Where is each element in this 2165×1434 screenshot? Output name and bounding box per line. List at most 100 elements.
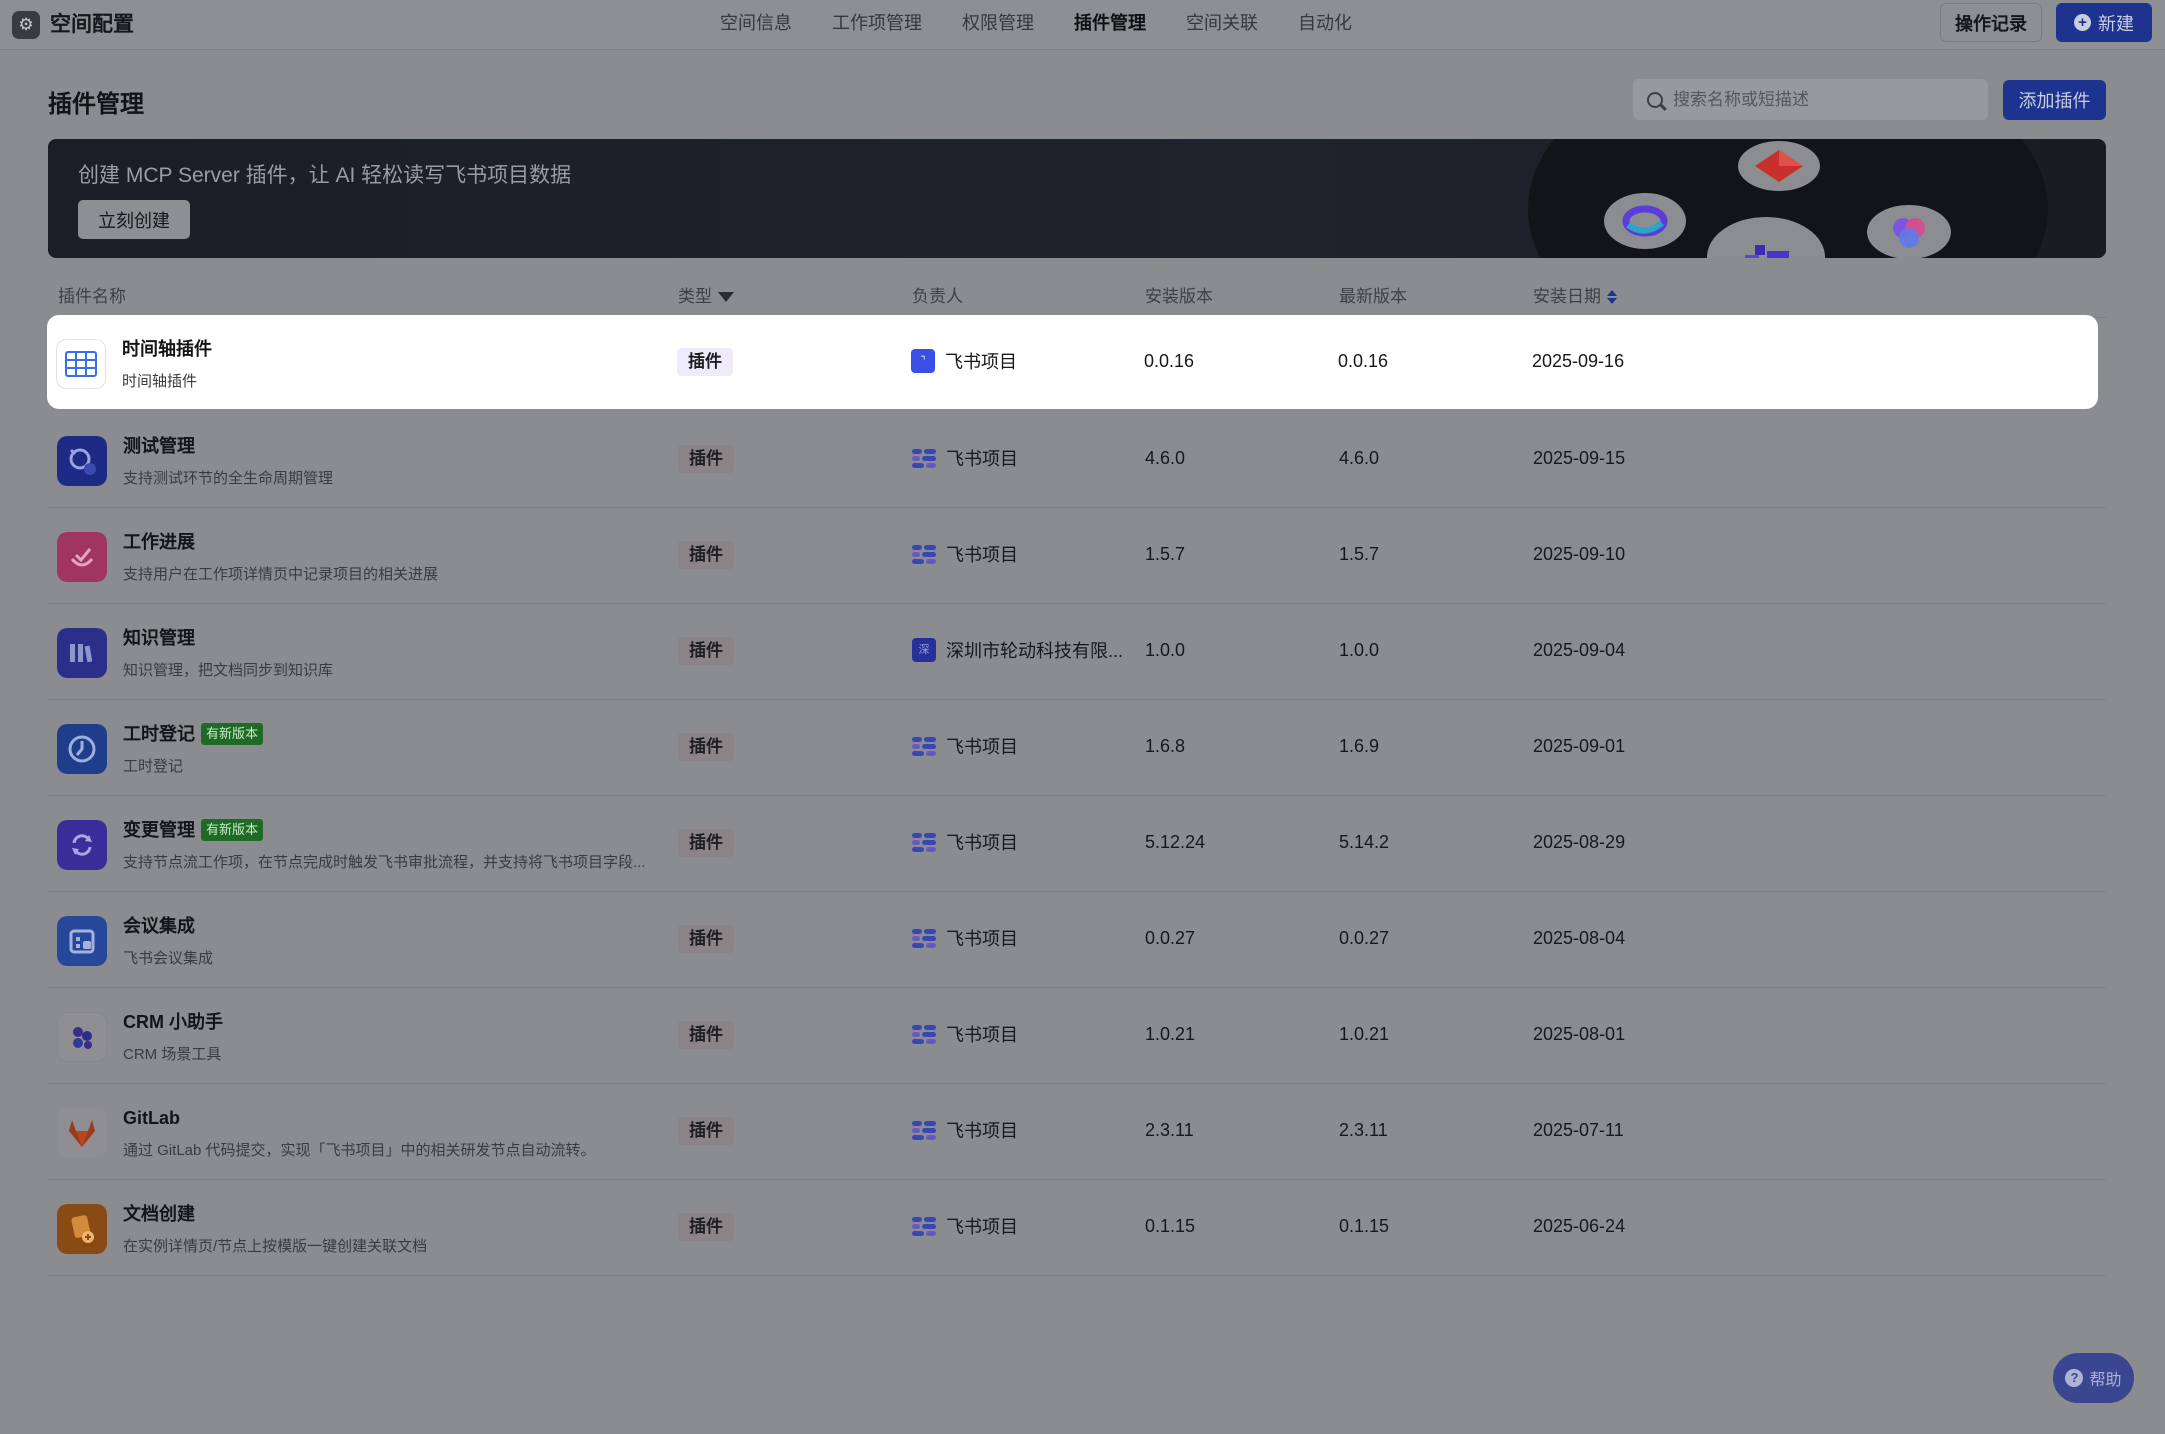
plugin-name[interactable]: 工时登记 有新版本: [123, 722, 264, 746]
install-date: 2025-09-01: [1533, 736, 1626, 756]
help-button[interactable]: ? 帮助: [2053, 1353, 2134, 1403]
plugin-name[interactable]: 测试管理: [123, 434, 195, 458]
type-tag: 插件: [678, 1021, 734, 1049]
latest-version: 0.1.15: [1339, 1216, 1390, 1236]
table-row[interactable]: 文档创建 在实例详情页/节点上按模版一键创建关联文档 插件 飞书项目 0.1.15 0.1…: [48, 1180, 2106, 1276]
owner-name: 飞书项目: [946, 929, 1018, 949]
column-latest: 最新版本: [1339, 285, 1407, 309]
tab-work-items[interactable]: 工作项管理: [812, 0, 942, 48]
column-date-label: 安装日期: [1533, 287, 1601, 306]
column-owner-label: 负责人: [912, 287, 963, 306]
tab-space-links[interactable]: 空间关联: [1166, 0, 1278, 48]
tab-space-info[interactable]: 空间信息: [700, 0, 812, 48]
install-date: 2025-09-04: [1533, 640, 1626, 660]
column-installed: 安装版本: [1145, 285, 1213, 309]
bookshelf-icon: [57, 628, 107, 678]
latest-version: 0.0.16: [1338, 351, 1389, 371]
new-version-badge: 有新版本: [201, 819, 264, 841]
table-row[interactable]: 工时登记 有新版本 工时登记 插件 飞书项目 1.6.8 1.6.9 2025-09-01: [48, 700, 2106, 796]
owner-logo-icon: [912, 926, 936, 950]
plugin-description: 通过 GitLab 代码提交，实现「飞书项目」中的相关研发节点自动流转。: [123, 1142, 596, 1159]
installed-version: 4.6.0: [1145, 448, 1186, 468]
plugin-description: 支持测试环节的全生命周期管理: [123, 470, 334, 487]
search-input[interactable]: [1673, 89, 1973, 110]
plugin-name-label: 测试管理: [123, 436, 195, 456]
app-title: 空间配置: [50, 13, 134, 36]
plugin-name-label: 文档创建: [123, 1204, 195, 1224]
gear-icon[interactable]: ⚙: [12, 11, 40, 39]
plus-icon: +: [2074, 14, 2091, 31]
owner-name: 飞书项目: [946, 545, 1018, 565]
dots-cluster-icon: [57, 1012, 107, 1062]
column-type: 类型: [678, 285, 734, 309]
new-button-label: 新建: [2098, 13, 2134, 34]
table-row[interactable]: 测试管理 支持测试环节的全生命周期管理 插件 飞书项目 4.6.0 4.6.0 2025-0…: [48, 412, 2106, 508]
history-button[interactable]: 操作记录: [1940, 3, 2042, 42]
sort-icon[interactable]: [1607, 290, 1617, 304]
install-date: 2025-06-24: [1533, 1216, 1626, 1236]
plugin-description: CRM 场景工具: [123, 1046, 222, 1063]
latest-version: 1.6.9: [1339, 736, 1380, 756]
installed-version: 0.0.16: [1144, 351, 1195, 371]
tab-permissions[interactable]: 权限管理: [942, 0, 1054, 48]
filter-icon[interactable]: [718, 292, 734, 302]
owner-name: 飞书项目: [946, 833, 1018, 853]
owner-name: 深圳市轮动科技有限...: [946, 641, 1124, 661]
owner-logo-icon: [912, 1214, 936, 1238]
plugin-name[interactable]: CRM 小助手: [123, 1010, 223, 1034]
new-version-badge: 有新版本: [201, 723, 264, 745]
install-date: 2025-08-01: [1533, 1024, 1626, 1044]
new-button[interactable]: + 新建: [2056, 3, 2152, 42]
plugin-name-label: 时间轴插件: [122, 339, 212, 359]
installed-version: 1.5.7: [1145, 544, 1186, 564]
type-tag: 插件: [677, 348, 733, 376]
create-now-button[interactable]: 立刻创建: [78, 200, 190, 239]
latest-version: 4.6.0: [1339, 448, 1380, 468]
table-row[interactable]: 变更管理 有新版本 支持节点流工作项，在节点完成时触发飞书审批流程，并支持将飞书项目…: [48, 796, 2106, 892]
table-row[interactable]: CRM 小助手 CRM 场景工具 插件 飞书项目 1.0.21 1.0.21 2025-08…: [48, 988, 2106, 1084]
table-row[interactable]: GitLab 通过 GitLab 代码提交，实现「飞书项目」中的相关研发节点自动流…: [48, 1084, 2106, 1180]
plugin-name[interactable]: 工作进展: [123, 530, 195, 554]
mcp-banner: 创建 MCP Server 插件，让 AI 轻松读写飞书项目数据 立刻创建: [48, 139, 2106, 258]
latest-version: 2.3.11: [1339, 1120, 1388, 1140]
install-date: 2025-09-16: [1532, 351, 1625, 371]
plugin-name-label: 工时登记: [123, 724, 195, 744]
plugin-name[interactable]: 知识管理: [123, 626, 195, 650]
doc-create-icon: [57, 1204, 107, 1254]
tab-automation[interactable]: 自动化: [1278, 0, 1372, 48]
clock-icon: [57, 724, 107, 774]
table-row[interactable]: 时间轴插件 时间轴插件 插件 ⌝ 飞书项目 0.0.16 0.0.16 2025-09-16: [47, 315, 2098, 409]
installed-version: 0.1.15: [1145, 1216, 1196, 1236]
owner-logo-icon: 深: [912, 638, 936, 662]
column-owner: 负责人: [912, 285, 963, 309]
calendar-icon: [57, 916, 107, 966]
plugin-description: 在实例详情页/节点上按模版一键创建关联文档: [123, 1238, 428, 1255]
type-tag: 插件: [678, 829, 734, 857]
plugin-name[interactable]: GitLab: [123, 1106, 180, 1130]
plugin-name[interactable]: 变更管理 有新版本: [123, 818, 264, 842]
refresh-arrows-icon: [57, 820, 107, 870]
owner-logo-icon: [912, 734, 936, 758]
top-bar: ⚙ 空间配置 空间信息 工作项管理 权限管理 插件管理 空间关联 自动化 操作记…: [0, 0, 2165, 50]
add-plugin-button[interactable]: 添加插件: [2003, 80, 2106, 120]
installed-version: 2.3.11: [1145, 1120, 1194, 1140]
tab-plugins[interactable]: 插件管理: [1054, 0, 1166, 48]
owner-name: 飞书项目: [946, 449, 1018, 469]
plugin-name-label: 工作进展: [123, 532, 195, 552]
plugin-name[interactable]: 文档创建: [123, 1202, 195, 1226]
latest-version: 5.14.2: [1339, 832, 1390, 852]
installed-version: 1.0.0: [1145, 640, 1186, 660]
table-row[interactable]: 知识管理 知识管理，把文档同步到知识库 插件 深深圳市轮动科技有限... 1.0.0 1.…: [48, 604, 2106, 700]
table-row[interactable]: 会议集成 飞书会议集成 插件 飞书项目 0.0.27 0.0.27 2025-08-04: [48, 892, 2106, 988]
plugin-name-label: CRM 小助手: [123, 1012, 223, 1032]
owner-name: 飞书项目: [945, 352, 1017, 372]
plugin-name[interactable]: 时间轴插件: [122, 337, 212, 361]
plugin-name[interactable]: 会议集成: [123, 914, 195, 938]
owner-name: 飞书项目: [946, 737, 1018, 757]
search-box[interactable]: [1633, 79, 1988, 120]
install-date: 2025-09-15: [1533, 448, 1626, 468]
table-row[interactable]: 工作进展 支持用户在工作项详情页中记录项目的相关进展 插件 飞书项目 1.5.7 1.5.…: [48, 508, 2106, 604]
owner-logo-icon: ⌝: [911, 349, 935, 373]
column-latest-label: 最新版本: [1339, 287, 1407, 306]
table-grid-icon: [56, 339, 106, 389]
